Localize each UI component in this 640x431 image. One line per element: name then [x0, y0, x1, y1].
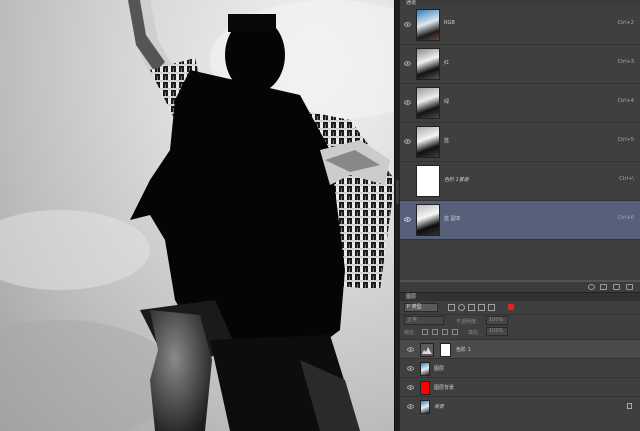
channel-shortcut: Ctrl+3: [617, 59, 634, 65]
lock-pixels-icon[interactable]: [432, 329, 438, 335]
channel-thumbnail: [416, 126, 440, 158]
smart-object-filter-icon[interactable]: [488, 304, 495, 311]
channel-thumbnail: [416, 87, 440, 119]
channel-shortcut: Ctrl+6: [617, 215, 634, 221]
layer-row-layer[interactable]: 图层: [400, 358, 640, 377]
channel-name: 红: [444, 60, 450, 66]
channel-name: 蓝: [444, 138, 450, 144]
eye-icon[interactable]: [407, 346, 414, 353]
opacity-field[interactable]: 100%: [486, 316, 508, 325]
lock-row: 锁定: 填充: 100%: [400, 326, 640, 337]
filter-toggle-icon[interactable]: [508, 304, 514, 310]
lock-position-icon[interactable]: [442, 329, 448, 335]
lock-all-icon[interactable]: [452, 329, 458, 335]
layer-thumbnail: [420, 400, 430, 414]
kind-filter-select[interactable]: P 类型: [404, 303, 438, 312]
channel-name: 蓝 副本: [444, 216, 461, 222]
layer-row-levels[interactable]: 色阶 1: [400, 339, 640, 358]
new-channel-icon[interactable]: [613, 284, 620, 290]
channel-shortcut: Ctrl+5: [617, 137, 634, 143]
layer-name: 图层背景: [434, 385, 455, 391]
channels-panel: 通道 RGB Ctrl+2 红 Ctrl+3 绿 Ctrl+4 蓝 Ctrl+5: [400, 0, 640, 292]
eye-icon[interactable]: [404, 60, 411, 67]
layer-mask-thumbnail[interactable]: [440, 343, 451, 357]
blend-row: 正常 不透明度: 100%: [400, 314, 640, 325]
eye-icon[interactable]: [404, 99, 411, 106]
channel-thumbnail: [416, 9, 440, 41]
layer-row-background[interactable]: 背景: [400, 396, 640, 415]
fill-label: 填充:: [468, 330, 480, 336]
layer-row-layer-background[interactable]: 图层背景: [400, 377, 640, 396]
layer-name: 色阶 1: [456, 347, 471, 353]
channel-thumbnail: [416, 48, 440, 80]
channel-thumbnail: [416, 204, 440, 236]
blend-mode-select[interactable]: 正常: [404, 316, 444, 325]
eye-icon[interactable]: [407, 384, 414, 391]
eye-icon[interactable]: [407, 403, 414, 410]
layer-thumbnail: [420, 381, 430, 395]
opacity-label: 不透明度:: [456, 319, 478, 325]
channel-name: RGB: [444, 20, 455, 26]
eye-icon[interactable]: [407, 365, 414, 372]
layers-panel: 图层 P 类型 正常 不透明度: 100% 锁定: 填充: 100% 色阶 1 …: [400, 292, 640, 431]
levels-adjustment-icon: [420, 343, 434, 357]
eye-icon[interactable]: [404, 138, 411, 145]
image-canvas[interactable]: [0, 0, 394, 431]
layer-name: 背景: [434, 404, 445, 410]
channel-list: RGB Ctrl+2 红 Ctrl+3 绿 Ctrl+4 蓝 Ctrl+5 色阶…: [400, 6, 640, 280]
channel-shortcut: Ctrl+2: [617, 20, 634, 26]
eye-icon[interactable]: [404, 216, 411, 223]
lock-icon: [627, 403, 632, 409]
delete-channel-icon[interactable]: [626, 284, 633, 290]
layers-tab[interactable]: 图层: [400, 293, 640, 301]
eye-icon[interactable]: [404, 21, 411, 28]
lock-transparent-icon[interactable]: [422, 329, 428, 335]
channel-row-rgb[interactable]: RGB Ctrl+2: [400, 6, 640, 45]
channel-shortcut: Ctrl+\: [619, 176, 634, 182]
channel-row-red[interactable]: 红 Ctrl+3: [400, 45, 640, 84]
pixel-filter-icon[interactable]: [448, 304, 455, 311]
fill-field[interactable]: 100%: [486, 327, 508, 336]
shape-filter-icon[interactable]: [478, 304, 485, 311]
type-filter-icon[interactable]: [468, 304, 475, 311]
channel-row-blue[interactable]: 蓝 Ctrl+5: [400, 123, 640, 162]
save-selection-icon[interactable]: [600, 284, 607, 290]
channel-name: 色阶 1蒙版: [444, 177, 469, 183]
channels-footer: [400, 282, 640, 292]
silhouette-image: [0, 0, 394, 431]
lock-label: 锁定:: [404, 330, 416, 336]
channel-thumbnail: [416, 165, 440, 197]
layer-name: 图层: [434, 366, 445, 372]
channel-row-green[interactable]: 绿 Ctrl+4: [400, 84, 640, 123]
load-selection-icon[interactable]: [588, 284, 595, 290]
channel-shortcut: Ctrl+4: [617, 98, 634, 104]
channel-row-levels-mask[interactable]: 色阶 1蒙版 Ctrl+\: [400, 162, 640, 201]
layer-thumbnail: [420, 362, 430, 376]
channel-row-blue-copy[interactable]: 蓝 副本 Ctrl+6: [400, 201, 640, 240]
divider-grip[interactable]: [396, 180, 399, 204]
channel-name: 绿: [444, 99, 450, 105]
layers-tab-label: 图层: [406, 294, 417, 300]
layer-filter-bar: P 类型: [400, 302, 640, 313]
adjustment-filter-icon[interactable]: [458, 304, 465, 311]
